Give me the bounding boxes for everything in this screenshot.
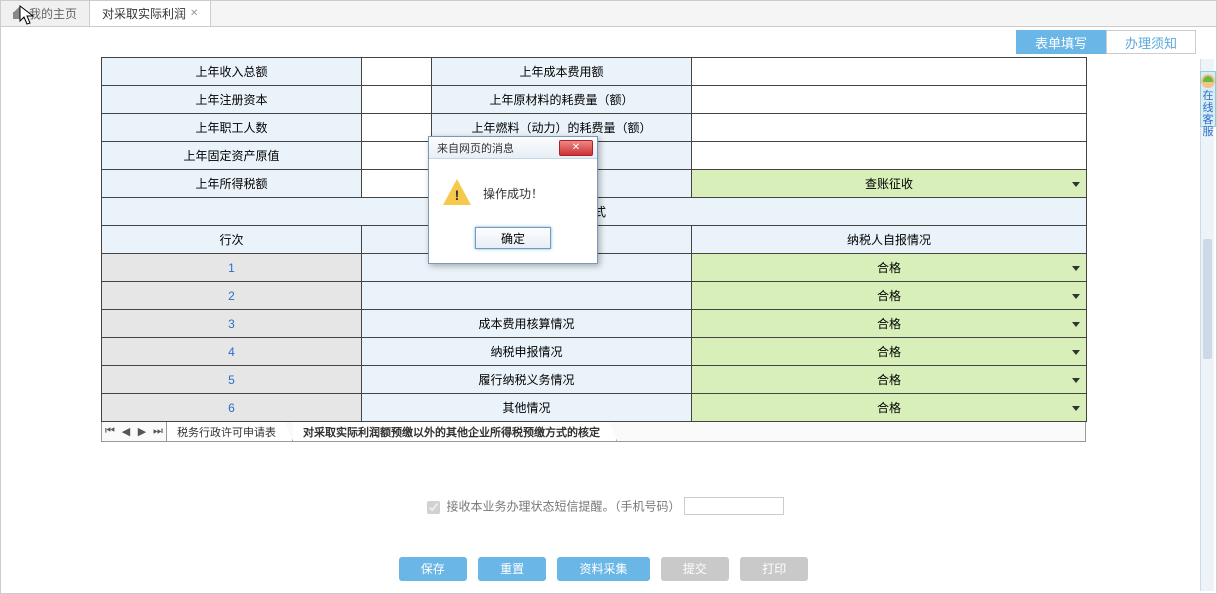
col-header: 纳税人自报情况 — [692, 226, 1087, 254]
content-area: 上年收入总额 上年成本费用额 上年注册资本 上年原材料的耗费量（额） 上年职工人… — [11, 57, 1196, 593]
status-select[interactable]: 合格 — [692, 394, 1087, 422]
tab-current[interactable]: 对采取实际利润 ✕ — [90, 1, 211, 26]
item-label: 纳税申报情况 — [362, 338, 692, 366]
sms-checkbox[interactable] — [427, 501, 440, 514]
sheet-tab-1-label: 税务行政许可申请表 — [177, 424, 276, 440]
side-line1: 在线 — [1203, 90, 1214, 114]
status-select[interactable]: 合格 — [692, 282, 1087, 310]
dialog-body: 操作成功！ — [429, 159, 597, 217]
phone-input[interactable] — [684, 497, 784, 515]
status-select[interactable]: 合格 — [692, 254, 1087, 282]
dialog-message: 操作成功！ — [483, 185, 543, 202]
form-fill-label: 表单填写 — [1035, 33, 1087, 52]
col-header: 行次 — [102, 226, 362, 254]
dialog-ok-button[interactable]: 确定 — [475, 227, 551, 249]
label-cell: 上年固定资产原值 — [102, 142, 362, 170]
input-cell[interactable] — [692, 86, 1087, 114]
side-line2: 客服 — [1203, 114, 1214, 138]
input-cell[interactable] — [692, 58, 1087, 86]
print-button: 打印 — [740, 557, 808, 581]
tab-current-label: 对采取实际利润 — [102, 5, 186, 22]
form-fill-button[interactable]: 表单填写 — [1016, 30, 1106, 54]
table-row: 上年注册资本 上年原材料的耗费量（额） — [102, 86, 1087, 114]
action-bar: 表单填写 办理须知 — [1, 27, 1216, 57]
row-number: 6 — [102, 394, 362, 422]
status-select[interactable]: 合格 — [692, 310, 1087, 338]
vertical-scrollbar[interactable] — [1200, 59, 1214, 591]
item-label: 其他情况 — [362, 394, 692, 422]
table-row: 4 纳税申报情况 合格 — [102, 338, 1087, 366]
dialog-titlebar[interactable]: 来自网页的消息 ✕ — [429, 137, 597, 159]
sheet-tab-2-label: 对采取实际利润额预缴以外的其他企业所得税预缴方式的核定 — [303, 424, 600, 440]
top-tabs-bar: 我的主页 对采取实际利润 ✕ — [1, 1, 1216, 27]
bottom-buttons: 保存 重置 资料采集 提交 打印 — [11, 557, 1196, 581]
sheet-tabs-bar: ⏮ ◀ ▶ ⏭ 税务行政许可申请表 对采取实际利润额预缴以外的其他企业所得税预缴… — [101, 422, 1086, 442]
label-cell: 上年收入总额 — [102, 58, 362, 86]
row-number: 1 — [102, 254, 362, 282]
input-cell[interactable] — [362, 142, 432, 170]
collect-button[interactable]: 资料采集 — [557, 557, 649, 581]
sheet-nav: ⏮ ◀ ▶ ⏭ — [102, 422, 167, 441]
nav-last-icon[interactable]: ⏭ — [150, 425, 166, 438]
reset-button[interactable]: 重置 — [478, 557, 546, 581]
dialog-close-button[interactable]: ✕ — [559, 140, 593, 156]
nav-prev-icon[interactable]: ◀ — [118, 425, 134, 438]
row-number: 3 — [102, 310, 362, 338]
input-cell[interactable] — [362, 170, 432, 198]
table-row: 6 其他情况 合格 — [102, 394, 1087, 422]
label-cell: 上年原材料的耗费量（额） — [432, 86, 692, 114]
nav-next-icon[interactable]: ▶ — [134, 425, 150, 438]
item-label: 成本费用核算情况 — [362, 310, 692, 338]
label-cell: 上年所得税额 — [102, 170, 362, 198]
warning-icon — [443, 179, 471, 207]
scrollbar-thumb[interactable] — [1203, 239, 1212, 359]
agent-avatar-icon — [1201, 74, 1215, 88]
input-cell[interactable] — [362, 114, 432, 142]
sms-row: 接收本业务办理状态短信提醒。（手机号码） — [11, 497, 1196, 517]
table-row: 2 合格 — [102, 282, 1087, 310]
row-number: 4 — [102, 338, 362, 366]
input-cell[interactable] — [362, 58, 432, 86]
table-row: 5 履行纳税义务情况 合格 — [102, 366, 1087, 394]
item-label: 履行纳税义务情况 — [362, 366, 692, 394]
nav-first-icon[interactable]: ⏮ — [102, 425, 118, 438]
label-cell: 上年注册资本 — [102, 86, 362, 114]
input-cell[interactable] — [692, 114, 1087, 142]
app-window: 我的主页 对采取实际利润 ✕ 表单填写 办理须知 上年收入总额 上年成本费用额 … — [0, 0, 1217, 594]
input-cell[interactable] — [692, 142, 1087, 170]
tab-home-label: 我的主页 — [29, 5, 77, 22]
save-button[interactable]: 保存 — [399, 557, 467, 581]
submit-button: 提交 — [661, 557, 729, 581]
input-cell[interactable] — [362, 86, 432, 114]
item-label — [362, 282, 692, 310]
sms-label: 接收本业务办理状态短信提醒。（手机号码） — [446, 500, 680, 514]
collection-method-select[interactable]: 查账征收 — [692, 170, 1087, 198]
tab-home[interactable]: 我的主页 — [1, 1, 90, 26]
table-row: 3 成本费用核算情况 合格 — [102, 310, 1087, 338]
row-number: 2 — [102, 282, 362, 310]
home-icon — [13, 9, 25, 19]
label-cell: 上年职工人数 — [102, 114, 362, 142]
alert-dialog: 来自网页的消息 ✕ 操作成功！ 确定 — [428, 136, 598, 264]
label-cell: 上年成本费用额 — [432, 58, 692, 86]
online-service-widget[interactable]: 在线 客服 — [1200, 71, 1216, 127]
close-icon[interactable]: ✕ — [190, 8, 198, 19]
dialog-footer: 确定 — [429, 217, 597, 263]
status-select[interactable]: 合格 — [692, 366, 1087, 394]
row-number: 5 — [102, 366, 362, 394]
table-row: 上年收入总额 上年成本费用额 — [102, 58, 1087, 86]
status-select[interactable]: 合格 — [692, 338, 1087, 366]
sheet-tab-2[interactable]: 对采取实际利润额预缴以外的其他企业所得税预缴方式的核定 — [293, 422, 617, 441]
dialog-title: 来自网页的消息 — [437, 140, 514, 156]
instructions-button[interactable]: 办理须知 — [1106, 30, 1196, 54]
sheet-tab-1[interactable]: 税务行政许可申请表 — [167, 422, 293, 441]
instructions-label: 办理须知 — [1125, 33, 1177, 52]
